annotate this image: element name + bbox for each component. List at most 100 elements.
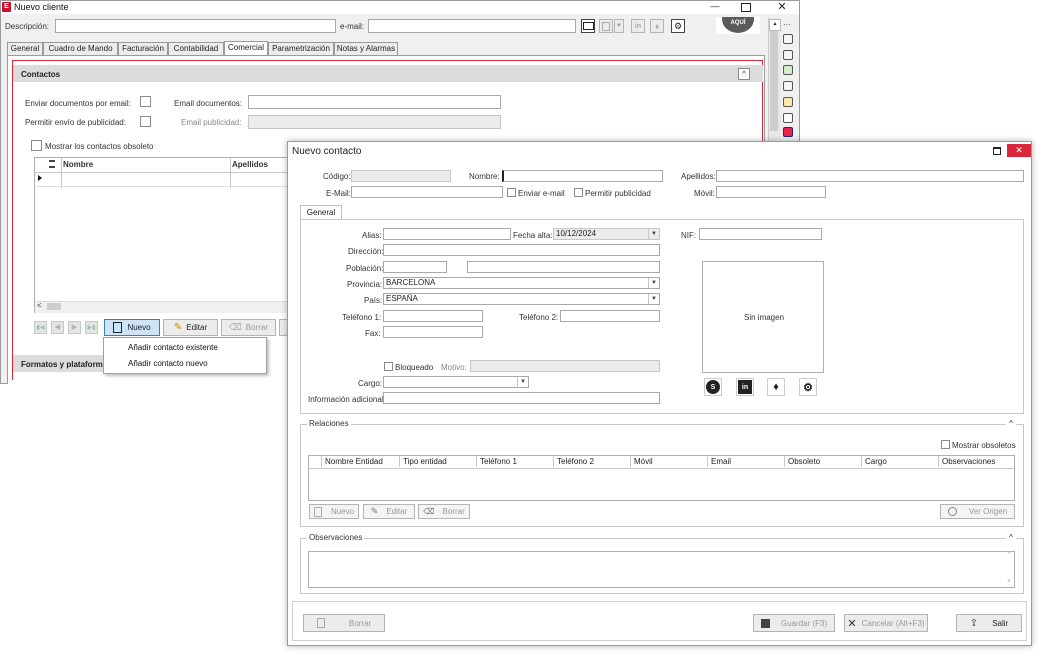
editar-contacto-button[interactable]: ✎ Editar <box>163 319 218 336</box>
email-publicidad-input[interactable] <box>248 115 501 129</box>
tab-notas-alarmas[interactable]: Notas y Alarmas <box>334 42 398 55</box>
scroll-up-icon[interactable]: ▲ <box>769 19 781 31</box>
menu-item-anadir-existente[interactable]: Añadir contacto existente <box>128 343 218 352</box>
grid-row-indicator-icon <box>38 175 42 181</box>
enviar-email-checkbox[interactable] <box>507 188 516 197</box>
more-icon[interactable]: ··· <box>783 20 791 29</box>
extra-toolbar-button[interactable] <box>279 319 287 336</box>
nav-last-icon[interactable]: ▶▮ <box>85 321 98 334</box>
pais-select[interactable]: ESPAÑA ▼ <box>383 293 660 305</box>
skype-button[interactable]: S <box>704 378 722 396</box>
chevron-down-icon[interactable]: ▼ <box>648 278 659 288</box>
tab-general-dialog[interactable]: General <box>300 205 342 220</box>
fecha-alta-input[interactable]: 10/12/2024 ▼ <box>553 228 660 240</box>
mostrar-contactos-obsoletos-checkbox[interactable] <box>31 140 42 151</box>
email-docs-input[interactable] <box>248 95 501 109</box>
chevron-down-icon[interactable]: ▼ <box>648 294 659 304</box>
twitter-dialog-button[interactable]: ♦ <box>767 378 785 396</box>
minimize-icon[interactable]: — <box>707 2 723 12</box>
maximize-icon[interactable] <box>741 3 751 12</box>
side-bar-chart-icon[interactable] <box>783 127 793 137</box>
observaciones-textarea[interactable] <box>308 551 1015 588</box>
info-adicional-input[interactable] <box>383 392 660 404</box>
calendar-dropdown-icon[interactable]: ▼ <box>648 229 659 239</box>
movil-input[interactable] <box>716 186 826 198</box>
mostrar-obsoletos-checkbox[interactable] <box>941 440 950 449</box>
copy-button[interactable] <box>599 19 613 33</box>
telefono1-input[interactable] <box>383 310 483 322</box>
tab-general[interactable]: General <box>7 42 43 55</box>
tab-parametrizacion[interactable]: Parametrización <box>268 42 334 55</box>
cargo-select[interactable]: ▼ <box>383 376 529 388</box>
ver-origen-button[interactable]: Ver Origen <box>940 504 1015 519</box>
tab-contabilidad[interactable]: Contabilidad <box>168 42 224 55</box>
permitir-publicidad-checkbox[interactable] <box>140 116 151 127</box>
tab-comercial[interactable]: Comercial <box>224 41 268 55</box>
relaciones-grid[interactable]: Nombre Entidad Tipo entidad Teléfono 1 T… <box>308 455 1015 501</box>
cancelar-button[interactable]: ✕ Cancelar (Alt+F3) <box>844 614 928 632</box>
nav-first-icon[interactable]: ▮◀ <box>34 321 47 334</box>
collapse-relaciones-icon[interactable]: ^ <box>1006 418 1016 428</box>
tab-cuadro-de-mando[interactable]: Cuadro de Mando <box>43 42 118 55</box>
chevron-down-icon[interactable]: ▼ <box>517 377 528 387</box>
relacion-nuevo-button[interactable]: Nuevo <box>309 504 359 519</box>
observaciones-scroll-down-icon[interactable]: v <box>1005 578 1013 586</box>
side-chart-icon[interactable] <box>783 113 793 123</box>
relacion-editar-button[interactable]: ✎ Editar <box>363 504 415 519</box>
tab-facturacion[interactable]: Facturación <box>118 42 168 55</box>
twitter-button[interactable]: ♦ <box>650 19 664 33</box>
dialog-maximize-icon[interactable] <box>993 147 1001 155</box>
link-button[interactable]: ⚙ <box>671 19 685 33</box>
side-doc-icon-5[interactable] <box>783 97 793 107</box>
side-doc-icon-3[interactable] <box>783 65 793 75</box>
side-doc-icon-4[interactable] <box>783 81 793 91</box>
guardar-button[interactable]: Guardar (F3) <box>753 614 835 632</box>
bloqueado-checkbox[interactable] <box>384 362 393 371</box>
linkedin-dialog-button[interactable]: in <box>736 378 754 396</box>
main-email-input[interactable] <box>368 19 576 33</box>
collapse-contactos-icon[interactable]: ^ <box>738 68 750 80</box>
fax-input[interactable] <box>383 326 483 338</box>
copy-dropdown-button[interactable]: ▼ <box>614 19 624 33</box>
codigo-postal-input[interactable] <box>383 261 447 273</box>
dialog-close-button[interactable]: ✕ <box>1007 144 1031 157</box>
close-icon[interactable]: ✕ <box>775 1 789 13</box>
alias-input[interactable] <box>383 228 511 240</box>
provincia-select[interactable]: BARCELONA ▼ <box>383 277 660 289</box>
dialog-borrar-button[interactable]: Borrar <box>303 614 385 632</box>
grid-column-chooser-icon[interactable] <box>49 160 55 168</box>
permitir-publicidad-dlg-checkbox[interactable] <box>574 188 583 197</box>
side-doc-icon-2[interactable] <box>783 50 793 60</box>
descripcion-input[interactable] <box>55 19 336 33</box>
motivo-input[interactable] <box>470 360 660 372</box>
salir-button[interactable]: ⇪ Salir <box>956 614 1022 632</box>
codigo-input[interactable] <box>351 170 451 182</box>
side-doc-icon-1[interactable] <box>783 34 793 44</box>
telefono2-input[interactable] <box>560 310 660 322</box>
scroll-thumb[interactable] <box>770 31 778 131</box>
enviar-docs-checkbox[interactable] <box>140 96 151 107</box>
borrar-contacto-button[interactable]: ⌫ Borrar <box>221 319 276 336</box>
linkedin-button[interactable]: in <box>631 19 645 33</box>
contactos-grid[interactable]: Nombre Apellidos < <box>34 157 294 313</box>
grid-hscroll-thumb[interactable] <box>47 303 61 310</box>
grid-hscrollbar[interactable] <box>35 301 293 313</box>
nombre-input[interactable] <box>502 170 663 182</box>
relacion-borrar-button[interactable]: ⌫ Borrar <box>418 504 470 519</box>
nuevo-contacto-button[interactable]: Nuevo <box>104 319 160 336</box>
nif-input[interactable] <box>699 228 822 240</box>
observaciones-scroll-up-icon[interactable]: ^ <box>1005 552 1013 560</box>
scroll-left-icon[interactable]: < <box>37 301 42 310</box>
apellidos-input[interactable] <box>716 170 1024 182</box>
relacion-editar-label: Editar <box>386 507 408 516</box>
nav-prev-icon[interactable]: ◀ <box>51 321 64 334</box>
send-mail-button[interactable] <box>581 19 595 33</box>
nav-next-icon[interactable]: ▶ <box>68 321 81 334</box>
collapse-observaciones-icon[interactable]: ^ <box>1006 532 1016 542</box>
direccion-input[interactable] <box>383 244 660 256</box>
poblacion-input[interactable] <box>467 261 660 273</box>
menu-item-anadir-nuevo[interactable]: Añadir contacto nuevo <box>128 359 208 368</box>
contact-email-input[interactable] <box>351 186 503 198</box>
link-dialog-button[interactable]: ⚙ <box>799 378 817 396</box>
email-docs-label: Email documentos: <box>174 99 243 108</box>
